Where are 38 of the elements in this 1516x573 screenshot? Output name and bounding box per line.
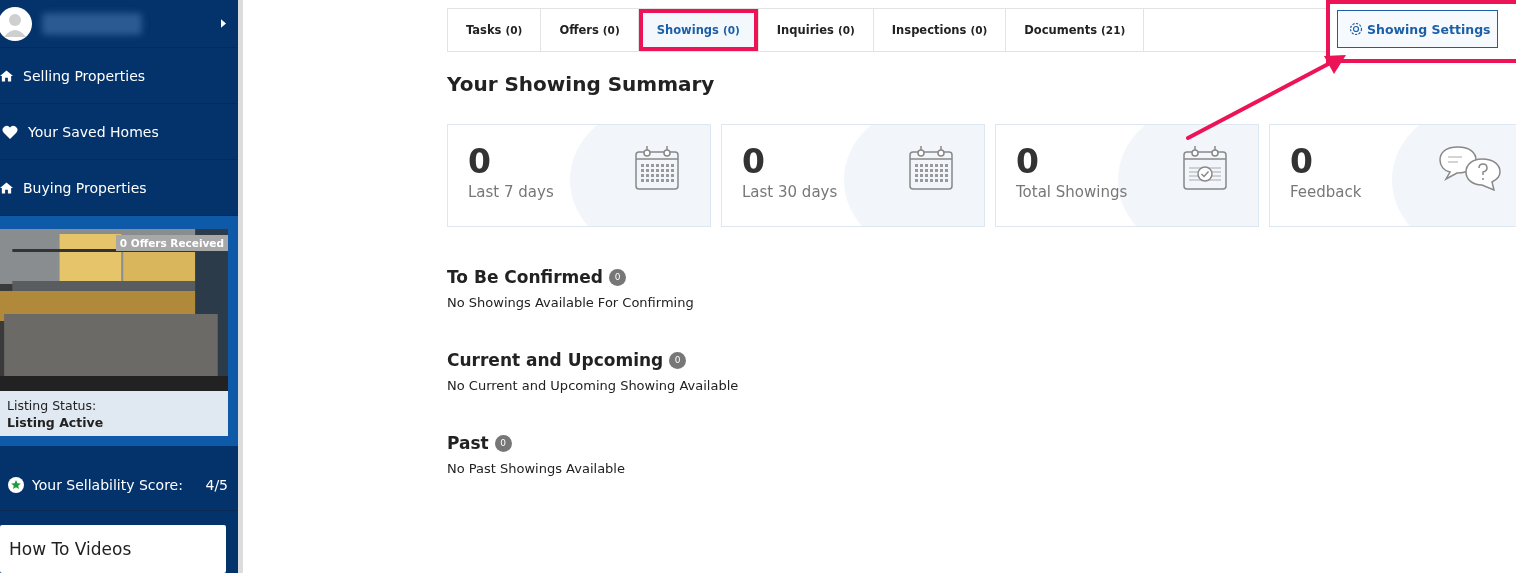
home-icon [0, 181, 13, 194]
home-icon [0, 69, 13, 82]
heart-icon [2, 124, 18, 139]
score-value: 4/5 [205, 477, 228, 493]
calendar-check-icon [1182, 145, 1228, 191]
count-badge: 0 [669, 351, 687, 369]
calendar-icon [908, 145, 954, 191]
stat-label: Last 7 days [468, 183, 554, 201]
empty-message: No Showings Available For Confirming [447, 295, 695, 310]
stat-value: 0 [1016, 143, 1040, 181]
stat-label: Last 30 days [742, 183, 838, 201]
status-value: Listing Active [7, 415, 105, 430]
stat-label: Feedback [1290, 183, 1362, 201]
section-title: Past [447, 433, 489, 453]
stat-label: Total Showings [1016, 183, 1128, 201]
section-title: To Be Confirmed [447, 267, 603, 287]
summary-title: Your Showing Summary [447, 72, 716, 98]
settings-button[interactable]: Showing Settings [1337, 10, 1498, 48]
settings-icon [1348, 21, 1364, 37]
status-label: Listing Status: [7, 398, 98, 413]
stat-value: 0 [1290, 143, 1314, 181]
stat-value: 0 [468, 143, 492, 181]
section-title: Current and Upcoming [447, 350, 664, 370]
listing-card[interactable]: 0 Offers Received Listing Status: Listing Active [0, 229, 228, 436]
count-badge: 0 [494, 434, 512, 452]
chat-icon [1438, 145, 1502, 191]
calendar-icon [634, 145, 680, 191]
offers-badge: 0 Offers Received [115, 235, 228, 251]
avatar-icon[interactable] [0, 6, 32, 41]
score-label: Your Sellability Score: [32, 477, 183, 493]
videos-title: How To Videos [9, 539, 132, 559]
count-badge: 0 [609, 268, 626, 286]
stat-value: 0 [742, 143, 766, 181]
caret-icon[interactable] [221, 19, 226, 28]
empty-message: No Past Showings Available [447, 461, 626, 476]
empty-message: No Current and Upcoming Showing Available [447, 378, 740, 393]
scrollbar[interactable] [238, 0, 243, 573]
tab[interactable]: Showings (0) [638, 9, 759, 51]
